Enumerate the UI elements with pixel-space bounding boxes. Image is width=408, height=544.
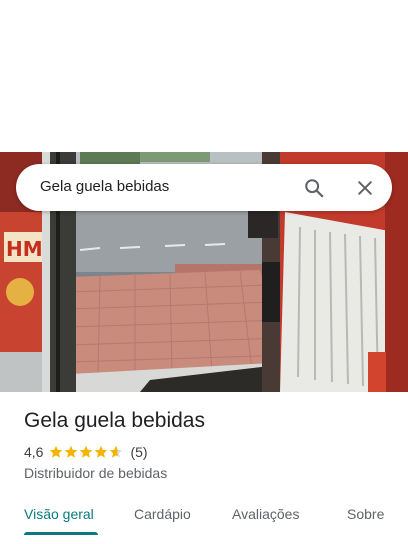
tab-overview[interactable]: Visão geral xyxy=(24,506,94,522)
star-icon xyxy=(65,445,78,458)
star-rating xyxy=(49,445,124,459)
close-icon xyxy=(358,181,372,195)
star-icon xyxy=(95,445,108,458)
tab-reviews[interactable]: Avaliações xyxy=(232,506,299,522)
search-bar[interactable]: Gela guela bebidas xyxy=(16,164,392,211)
rating-value: 4,6 xyxy=(24,444,44,460)
star-icon xyxy=(50,445,63,458)
tab-about[interactable]: Sobre xyxy=(347,506,384,522)
rating-row[interactable]: 4,6 (5) xyxy=(24,443,148,461)
tab-menu[interactable]: Cardápio xyxy=(134,506,191,522)
clear-search-button[interactable] xyxy=(349,172,381,204)
svg-text:HM: HM xyxy=(6,237,43,261)
star-icon xyxy=(110,445,123,458)
place-category[interactable]: Distribuidor de bebidas xyxy=(24,465,167,481)
search-icon xyxy=(305,179,324,198)
active-tab-indicator xyxy=(24,532,98,535)
review-count[interactable]: (5) xyxy=(130,444,147,460)
star-icon xyxy=(80,445,93,458)
search-button[interactable] xyxy=(298,172,330,204)
search-input[interactable]: Gela guela bebidas xyxy=(40,178,169,195)
tab-bar: Visão geral Cardápio Avaliações Sobre xyxy=(0,498,408,544)
place-title: Gela guela bebidas xyxy=(24,409,205,432)
